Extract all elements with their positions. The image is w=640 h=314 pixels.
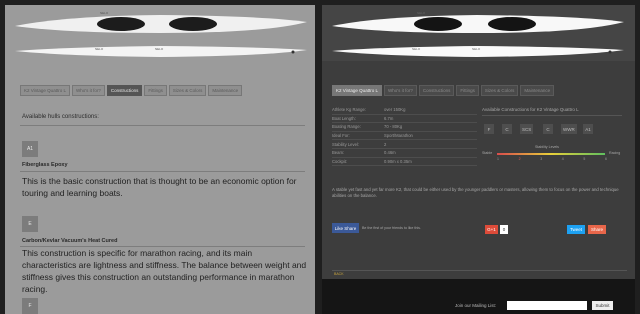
kayak-label: NELO xyxy=(155,47,164,51)
stability-title: Stability Levels xyxy=(535,145,559,149)
footer: Join our Mailing List: Submit xyxy=(322,279,635,314)
stability-right-label: Racing xyxy=(609,151,621,155)
construction-chip[interactable]: C xyxy=(543,124,553,134)
spec-value: over 150Kg xyxy=(384,107,406,113)
product-tabs: K2 Vintage Quattro L Who's it for? Const… xyxy=(20,85,243,96)
spec-value: 2 xyxy=(384,141,387,147)
stability-scale: 1 2 3 4 5 6 xyxy=(497,157,607,163)
spec-value: 0.90m x 0.35m xyxy=(384,158,412,164)
spec-key: Boating Range: xyxy=(332,124,361,130)
back-link[interactable]: BACK xyxy=(334,271,344,277)
construction-chip[interactable]: WWR xyxy=(561,124,577,134)
kayak-image: NELO NELO NELO xyxy=(5,5,315,61)
tab-whos-it-for[interactable]: Who's it for? xyxy=(383,85,417,96)
spec-key: Stability Level: xyxy=(332,141,359,147)
construction-code-badge: E xyxy=(22,216,38,232)
tweet-button[interactable]: Tweet xyxy=(567,225,585,234)
facebook-like-text: Be the first of your friends to like thi… xyxy=(362,226,421,230)
tab-overview[interactable]: K2 Vintage Quattro L xyxy=(20,85,70,96)
tab-constructions[interactable]: Constructions xyxy=(106,85,143,96)
stability-tick: 1 xyxy=(497,157,499,161)
construction-chip[interactable]: SCS xyxy=(520,124,534,134)
construction-chip[interactable]: A1 xyxy=(583,124,593,134)
kayak-label: NELO xyxy=(100,11,109,15)
construction-chip[interactable]: C xyxy=(502,124,512,134)
stability-tick: 2 xyxy=(518,157,521,161)
tab-maintenance[interactable]: Maintenance xyxy=(520,85,555,96)
tab-constructions[interactable]: Constructions xyxy=(418,85,455,96)
spec-value: 6.7m xyxy=(384,115,394,121)
spec-row: Boat Length: 6.7m xyxy=(332,115,477,124)
spec-row: Stability Level: 2 xyxy=(332,140,477,149)
stability-bar xyxy=(497,153,605,155)
spec-row: Beam: 0.46m xyxy=(332,149,477,158)
spec-key: Boat Length: xyxy=(332,115,356,121)
construction-name: Fiberglass Epoxy xyxy=(22,162,68,168)
tab-fittings[interactable]: Fittings xyxy=(456,85,479,96)
kayak-label: NELO xyxy=(95,47,104,51)
spec-key: Athlete Kg Range: xyxy=(332,107,366,113)
spec-value: 70 - 80Kg xyxy=(384,124,403,130)
share-button[interactable]: Share xyxy=(588,225,606,234)
newsletter-submit-button[interactable]: Submit xyxy=(592,301,613,310)
right-window: NELO NELO NELO K2 Vintage Quattro L Who'… xyxy=(322,5,635,314)
newsletter-email-input[interactable] xyxy=(507,301,587,310)
tab-maintenance[interactable]: Maintenance xyxy=(208,85,243,96)
divider xyxy=(20,171,305,172)
kayak-label: NELO xyxy=(472,47,481,51)
construction-code-badge: A1 xyxy=(22,141,38,157)
product-tabs: K2 Vintage Quattro L Who's it for? Const… xyxy=(332,85,555,96)
stability-tick: 4 xyxy=(561,157,564,161)
tab-whos-it-for[interactable]: Who's it for? xyxy=(71,85,105,96)
tab-fittings[interactable]: Fittings xyxy=(144,85,167,96)
constructions-heading: Available hulls constructions: xyxy=(22,114,99,120)
stability-tick: 3 xyxy=(540,157,543,161)
left-window: NELO NELO NELO K2 Vintage Quattro L Who'… xyxy=(5,5,315,314)
construction-description: This construction is specific for marath… xyxy=(22,248,307,294)
construction-code-badge: F xyxy=(22,298,38,314)
kayak-image: NELO NELO NELO xyxy=(322,5,635,61)
spec-key: Cockpit: xyxy=(332,158,348,164)
google-plus-button[interactable]: G+1 xyxy=(485,225,498,234)
newsletter-label: Join our Mailing List: xyxy=(455,303,497,308)
construction-chip[interactable]: F xyxy=(484,124,494,134)
stability-tick: 6 xyxy=(605,157,607,161)
construction-description: This is the basic construction that is t… xyxy=(22,176,297,198)
stability-tick: 5 xyxy=(583,157,586,161)
spec-row: Athlete Kg Range: over 150Kg xyxy=(332,106,477,115)
spec-row: Cockpit: 0.90m x 0.35m xyxy=(332,158,477,167)
stability-left-label: Stable xyxy=(482,151,493,155)
spec-value: 0.46m xyxy=(384,150,396,156)
spec-table: Athlete Kg Range: over 150Kg Boat Length:… xyxy=(332,106,477,167)
spec-key: Ideal For: xyxy=(332,133,350,139)
tab-sizes-colors[interactable]: Sizes & Colors xyxy=(480,85,519,96)
spec-key: Beam: xyxy=(332,150,345,156)
facebook-like-button[interactable]: Like Share xyxy=(332,223,359,233)
spec-value: Sport/Marathon xyxy=(384,133,413,139)
divider xyxy=(332,270,627,271)
kayak-illustration: NELO NELO NELO xyxy=(332,11,624,57)
divider xyxy=(482,115,622,116)
kayak-illustration: NELO NELO NELO xyxy=(15,11,307,57)
constructions-title: Available Constructions for K2 Vintage Q… xyxy=(482,107,579,112)
spec-row: Boating Range: 70 - 80Kg xyxy=(332,123,477,132)
kayak-label: NELO xyxy=(417,11,426,15)
spec-row: Ideal For: Sport/Marathon xyxy=(332,132,477,141)
boat-description: A stable yet fast and yet far more K2, t… xyxy=(332,187,619,198)
construction-name: Carbon/Kevlar Vacuum's Heat Cured xyxy=(22,238,118,244)
tab-sizes-colors[interactable]: Sizes & Colors xyxy=(168,85,207,96)
tab-overview[interactable]: K2 Vintage Quattro L xyxy=(332,85,382,96)
kayak-label: NELO xyxy=(412,47,421,51)
divider xyxy=(20,125,305,126)
google-plus-count: 0 xyxy=(500,225,508,234)
